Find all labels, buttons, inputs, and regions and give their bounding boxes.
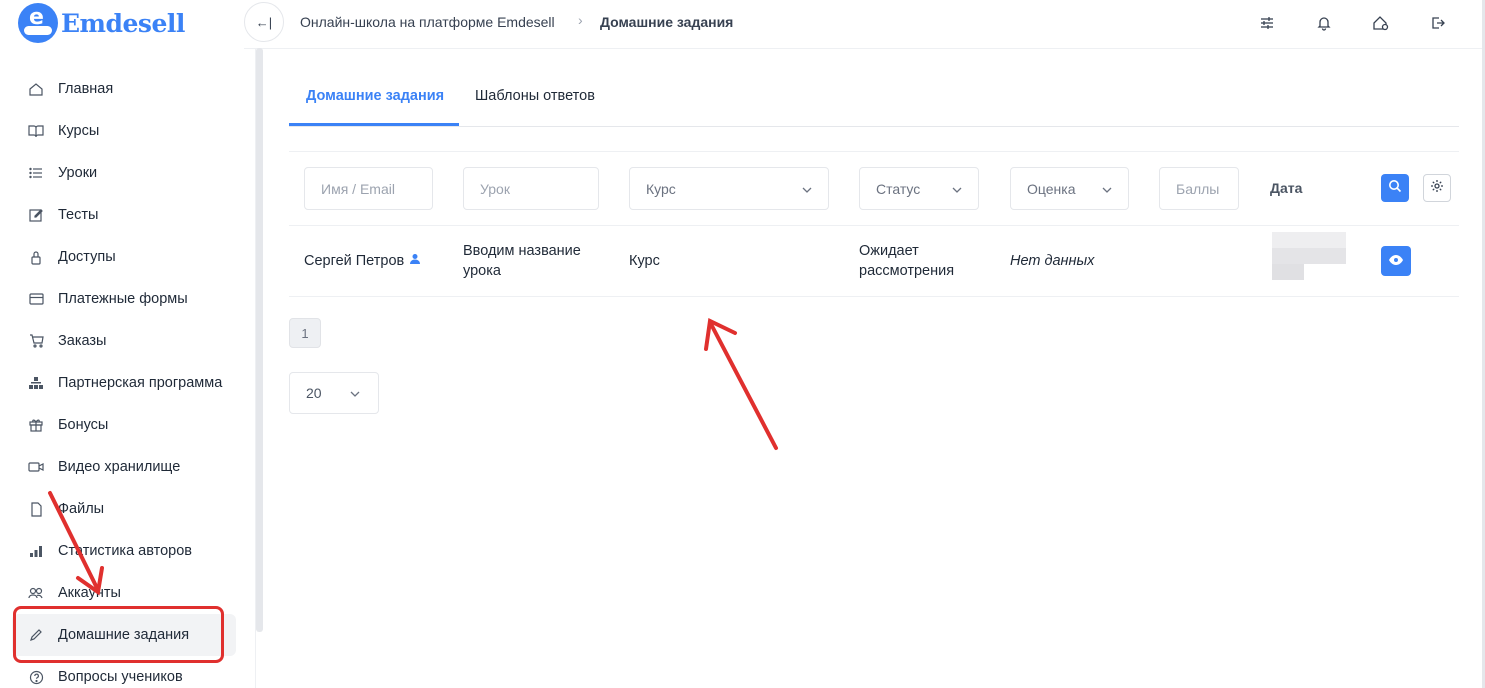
sidebar-item-orders[interactable]: Заказы — [12, 320, 236, 362]
bell-icon[interactable] — [1313, 12, 1335, 34]
breadcrumb-root[interactable]: Онлайн-школа на платформе Emdesell — [300, 14, 555, 30]
filter-placeholder: Оценка — [1027, 180, 1076, 197]
row-divider — [289, 225, 1459, 226]
sidebar-item-label: Бонусы — [58, 417, 109, 433]
table-row-student[interactable]: Сергей Петров — [304, 251, 421, 271]
course-cell: Курс — [629, 253, 660, 269]
table-top-border — [289, 151, 1459, 152]
gear-icon — [1430, 179, 1444, 198]
sidebar-item-files[interactable]: Файлы — [12, 488, 236, 530]
user-icon — [409, 251, 421, 271]
student-name: Сергей Петров — [304, 253, 405, 269]
cart-icon — [28, 333, 44, 349]
gift-icon — [28, 417, 44, 433]
view-button[interactable] — [1381, 246, 1411, 276]
sidebar-item-author-stats[interactable]: Статистика авторов — [12, 530, 236, 572]
lock-icon — [28, 249, 44, 265]
chevron-down-icon — [802, 182, 812, 198]
chevron-down-icon — [1102, 182, 1112, 198]
sidebar-item-label: Файлы — [58, 501, 105, 517]
sidebar-item-payment-forms[interactable]: Платежные формы — [12, 278, 236, 320]
status-cell: Ожидает рассмотрения — [859, 243, 955, 279]
sidebar-item-label: Аккаунты — [58, 585, 121, 601]
tabs-divider — [289, 126, 1459, 127]
credit-card-icon — [28, 291, 44, 307]
sidebar-item-lessons[interactable]: Уроки — [12, 152, 236, 194]
chevron-down-icon — [952, 182, 962, 198]
chevron-down-icon — [350, 386, 360, 402]
lesson-cell: Вводим название урока — [463, 243, 581, 279]
tab-homework[interactable]: Домашние задания — [306, 88, 444, 104]
per-page-select[interactable]: 20 — [289, 372, 379, 414]
grade-cell: Нет данных — [1010, 253, 1095, 269]
question-circle-icon — [28, 669, 44, 685]
filter-placeholder: Урок — [480, 180, 510, 197]
hierarchy-icon — [28, 375, 44, 391]
filter-placeholder: Статус — [876, 180, 921, 197]
sidebar-item-label: Вопросы учеников — [58, 669, 183, 685]
sidebar-item-affiliate[interactable]: Партнерская программа — [12, 362, 236, 404]
sidebar-item-access[interactable]: Доступы — [12, 236, 236, 278]
breadcrumb-current: Домашние задания — [600, 14, 734, 30]
lesson-filter-input[interactable]: Урок — [463, 167, 599, 210]
per-page-value: 20 — [306, 385, 322, 401]
sliders-icon[interactable] — [1256, 12, 1278, 34]
brand-logo[interactable]: e Emdesell — [18, 2, 185, 44]
filter-placeholder: Имя / Email — [321, 180, 395, 197]
date-column-header: Дата — [1270, 180, 1303, 196]
sidebar-item-label: Видео хранилище — [58, 459, 181, 475]
sidebar-item-label: Партнерская программа — [58, 375, 223, 391]
row-divider — [289, 296, 1459, 297]
video-icon — [28, 459, 44, 475]
sidebar-item-label: Доступы — [58, 249, 116, 265]
sidebar-item-label: Главная — [58, 81, 114, 97]
sidebar-item-label: Статистика авторов — [58, 543, 193, 559]
sidebar-item-label: Уроки — [58, 165, 98, 181]
bar-chart-icon — [28, 543, 44, 559]
home-icon — [28, 81, 44, 97]
name-email-filter-input[interactable]: Имя / Email — [304, 167, 433, 210]
course-filter-select[interactable]: Курс — [629, 167, 829, 210]
filter-placeholder: Курс — [646, 180, 676, 197]
page-number: 1 — [301, 325, 309, 341]
logo-mark-icon: e — [18, 3, 58, 43]
sidebar-item-label: Платежные формы — [58, 291, 188, 307]
tab-answer-templates[interactable]: Шаблоны ответов — [475, 88, 595, 104]
sidebar-item-video-storage[interactable]: Видео хранилище — [12, 446, 236, 488]
collapse-icon: ←| — [255, 14, 273, 30]
top-header: ←| Онлайн-школа на платформе Emdesell › … — [244, 0, 1485, 49]
list-icon — [28, 165, 44, 181]
logout-icon[interactable] — [1427, 12, 1449, 34]
eye-icon — [1389, 252, 1403, 270]
book-icon — [28, 123, 44, 139]
sidebar-item-label: Курсы — [58, 123, 100, 139]
sidebar-item-bonuses[interactable]: Бонусы — [12, 404, 236, 446]
users-icon — [28, 585, 44, 601]
sidebar-item-courses[interactable]: Курсы — [12, 110, 236, 152]
sidebar-item-home[interactable]: Главная — [12, 68, 236, 110]
status-filter-select[interactable]: Статус — [859, 167, 979, 210]
brand-name: Emdesell — [61, 8, 185, 38]
filter-placeholder: Баллы — [1176, 180, 1220, 197]
search-button[interactable] — [1381, 174, 1409, 202]
table-settings-button[interactable] — [1423, 174, 1451, 202]
points-filter-input[interactable]: Баллы — [1159, 167, 1239, 210]
breadcrumb-separator-icon: › — [578, 12, 583, 28]
sidebar-item-label: Заказы — [58, 333, 107, 349]
sidebar-item-label: Тесты — [58, 207, 99, 223]
edit-square-icon — [28, 207, 44, 223]
date-cell-blurred — [1258, 232, 1346, 280]
collapse-sidebar-button[interactable]: ←| — [244, 2, 284, 42]
app-root: e Emdesell ←| Онлайн-школа на платформе … — [0, 0, 1485, 688]
pagination-page-button[interactable]: 1 — [289, 318, 321, 348]
annotation-arrow-main — [704, 318, 778, 450]
active-tab-indicator — [289, 123, 459, 126]
file-icon — [28, 501, 44, 517]
search-icon — [1388, 179, 1402, 198]
sidebar-scrollbar[interactable] — [256, 48, 263, 632]
home-settings-icon[interactable] — [1370, 12, 1392, 34]
grade-filter-select[interactable]: Оценка — [1010, 167, 1129, 210]
sidebar-item-tests[interactable]: Тесты — [12, 194, 236, 236]
annotation-highlight-box — [13, 606, 224, 663]
